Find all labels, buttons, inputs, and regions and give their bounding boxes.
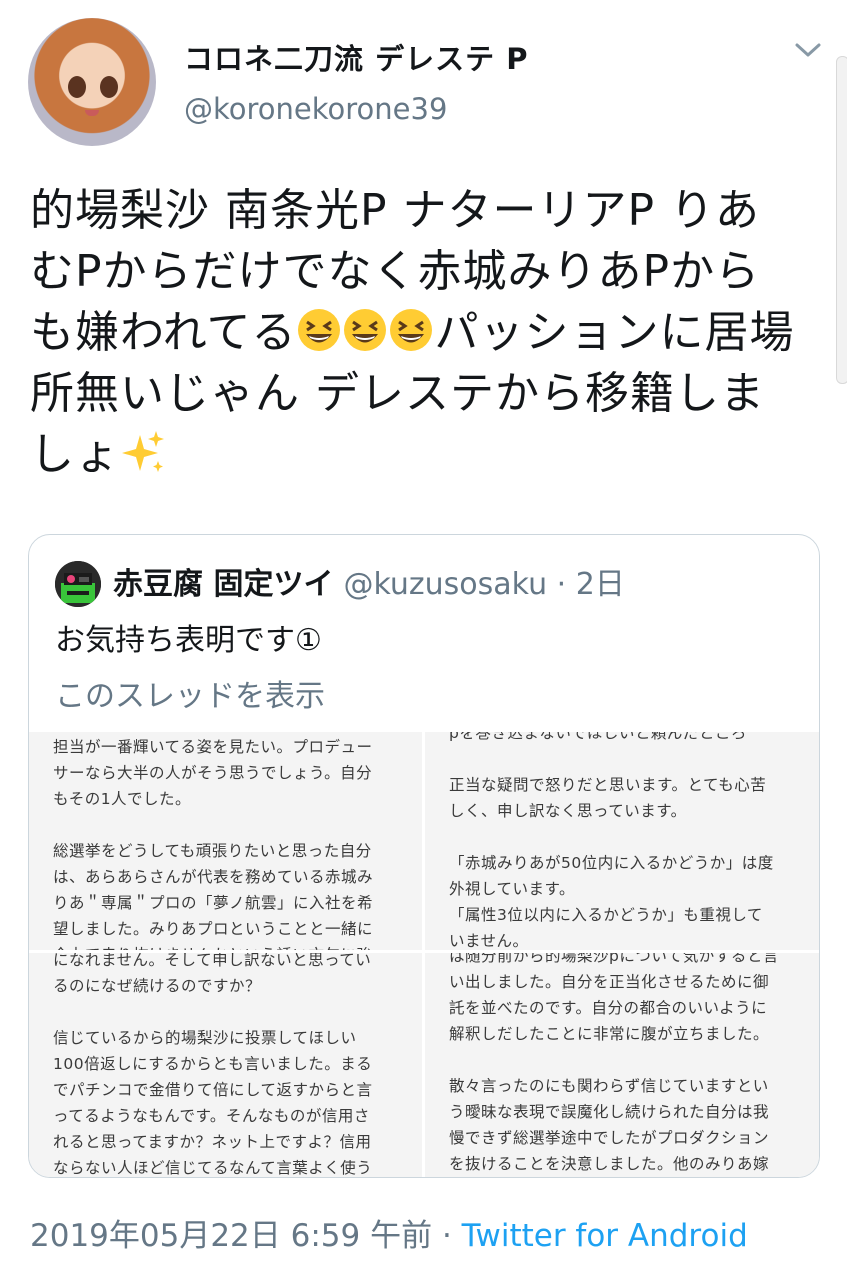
image-text: になれません。そして申し訳ないと思ってい るのになぜ続けるのですか？ 信じている… — [53, 953, 373, 1177]
chevron-down-icon[interactable] — [792, 38, 824, 62]
sparkles-icon — [122, 431, 164, 472]
image-text: pを巻き込まないでほしいと頼んだところ 正当な疑問で怒りだと思います。とても心苦… — [449, 732, 774, 950]
image-grid: 担当が一番輝いてる姿を見たい。プロデュー サーなら大半の人がそう思うでしょう。自… — [29, 732, 819, 1177]
quoted-header: 赤豆腐 固定ツイ @kuzusosaku · 2日 — [113, 559, 625, 603]
timestamp: 2019年05月22日 6:59 午前 — [30, 1218, 433, 1254]
display-name[interactable]: コロネ二刀流 デレステ P — [184, 36, 528, 78]
grinning-squinting-face-icon — [344, 309, 387, 351]
tweet-meta: 2019年05月22日 6:59 午前 · Twitter for Androi… — [30, 1210, 748, 1255]
image-text: 担当が一番輝いてる姿を見たい。プロデュー サーなら大半の人がそう思うでしょう。自… — [53, 738, 374, 950]
attached-image[interactable]: 担当が一番輝いてる姿を見たい。プロデュー サーなら大半の人がそう思うでしょう。自… — [29, 732, 422, 950]
user-handle[interactable]: @koronekorone39 — [184, 92, 447, 126]
quoted-display-name[interactable]: 赤豆腐 固定ツイ — [113, 567, 333, 602]
grinning-squinting-face-icon — [390, 309, 433, 351]
avatar-mouth — [85, 110, 99, 116]
grinning-squinting-face-icon — [298, 309, 341, 351]
image-text: は随分前から的場梨沙pについて気がすると言 い出しました。自分を正当化させるため… — [449, 953, 779, 1173]
scrollbar[interactable] — [836, 56, 847, 384]
avatar-eye — [100, 76, 118, 98]
quoted-user-avatar[interactable] — [55, 561, 101, 607]
quoted-handle-time: @kuzusosaku · 2日 — [343, 567, 625, 602]
attached-image[interactable]: は随分前から的場梨沙pについて気がすると言 い出しました。自分を正当化させるため… — [425, 953, 819, 1177]
user-avatar[interactable] — [28, 18, 156, 146]
quoted-tweet[interactable]: 赤豆腐 固定ツイ @kuzusosaku · 2日 お気持ち表明です① このスレッ… — [28, 534, 820, 1178]
meta-separator: · — [432, 1218, 462, 1254]
client-source-link[interactable]: Twitter for Android — [462, 1218, 748, 1254]
attached-image[interactable]: pを巻き込まないでほしいと頼んだところ 正当な疑問で怒りだと思います。とても心苦… — [425, 732, 819, 950]
quoted-text: お気持ち表明です① — [55, 623, 322, 658]
tweet-text: 的場梨沙 南条光P ナターリアP りあむPからだけでなく赤城みりあPからも嫌われ… — [30, 180, 800, 485]
avatar-eye — [68, 76, 86, 98]
show-thread-link[interactable]: このスレッドを表示 — [55, 671, 325, 715]
attached-image[interactable]: になれません。そして申し訳ないと思ってい るのになぜ続けるのですか？ 信じている… — [29, 953, 422, 1177]
